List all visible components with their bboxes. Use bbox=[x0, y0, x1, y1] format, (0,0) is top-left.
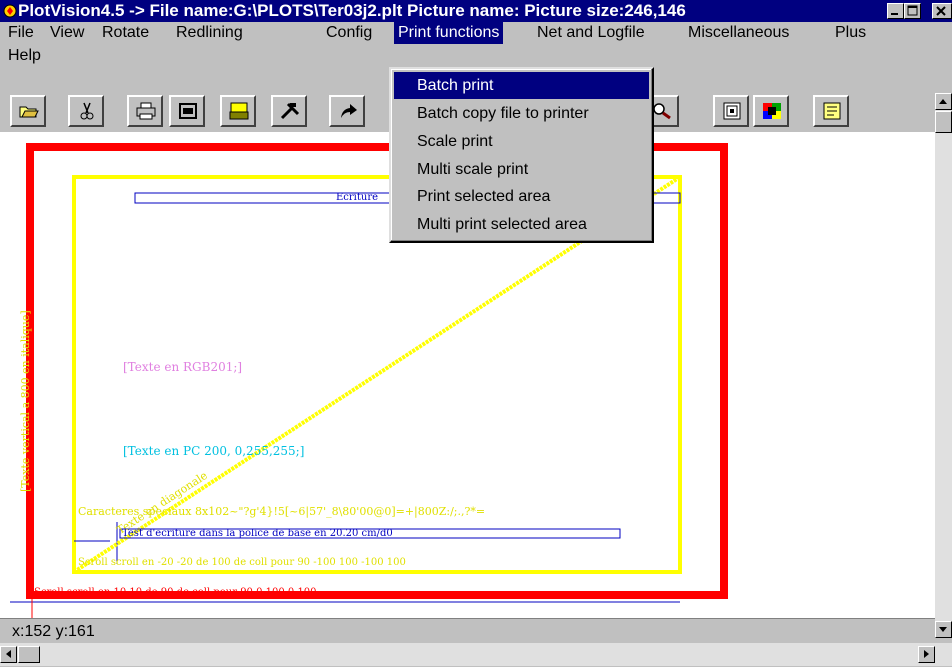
plotter-button[interactable] bbox=[220, 95, 256, 127]
menu-rotate[interactable]: Rotate bbox=[102, 22, 149, 44]
minimize-icon bbox=[891, 13, 898, 15]
open-button[interactable] bbox=[10, 95, 46, 127]
horizontal-scroll-thumb[interactable] bbox=[18, 646, 40, 663]
grid-button[interactable] bbox=[713, 95, 749, 127]
scroll-right-button[interactable] bbox=[918, 646, 935, 663]
menu-miscellaneous[interactable]: Miscellaneous bbox=[688, 22, 789, 44]
title-bar[interactable]: PlotVision4.5 -> File name:G:\PLOTS\Ter0… bbox=[0, 0, 952, 22]
pink-text: [Texte en RGB201;] bbox=[123, 360, 243, 374]
menu-redlining[interactable]: Redlining bbox=[176, 22, 243, 44]
plotter-icon bbox=[229, 102, 249, 120]
scroll-down-icon bbox=[939, 627, 947, 632]
print-preview-button[interactable] bbox=[169, 95, 205, 127]
scroll-left-button[interactable] bbox=[0, 646, 17, 663]
minimize-button[interactable] bbox=[887, 3, 904, 19]
maximize-button[interactable] bbox=[904, 3, 921, 19]
close-button[interactable] bbox=[932, 3, 952, 19]
notepad-icon bbox=[823, 102, 841, 120]
scissors-icon bbox=[80, 102, 94, 120]
menuitem-multi-print-selected-area[interactable]: Multi print selected area bbox=[394, 211, 649, 238]
menu-print-functions[interactable]: Print functions bbox=[394, 22, 504, 44]
menuitem-scale-print[interactable]: Scale print bbox=[394, 128, 649, 155]
scroll-up-icon bbox=[939, 99, 947, 104]
scroll-up-button[interactable] bbox=[935, 93, 952, 110]
close-icon bbox=[936, 6, 946, 16]
tools-button[interactable] bbox=[271, 95, 307, 127]
vertical-scrollbar[interactable] bbox=[935, 93, 952, 638]
cyan-text: [Texte en PC 200, 0,255,255;] bbox=[123, 444, 305, 458]
notepad-button[interactable] bbox=[813, 95, 849, 127]
menu-bar: File View Rotate Redlining Config Print … bbox=[0, 22, 952, 70]
forward-button[interactable] bbox=[329, 95, 365, 127]
scroll-down-button[interactable] bbox=[935, 621, 952, 638]
menu-help[interactable]: Help bbox=[8, 45, 41, 67]
printer-icon bbox=[136, 102, 156, 120]
menu-file[interactable]: File bbox=[8, 22, 34, 44]
print-functions-menu: Batch print Batch copy file to printer S… bbox=[389, 67, 654, 243]
redo-arrow-icon bbox=[341, 104, 357, 118]
vertical-scroll-thumb[interactable] bbox=[935, 111, 952, 133]
print-button[interactable] bbox=[127, 95, 163, 127]
zoom-icon bbox=[653, 103, 671, 120]
horizontal-scrollbar[interactable] bbox=[0, 643, 952, 666]
print-preview-icon bbox=[179, 103, 197, 119]
special-chars-text: Caracteres speciaux 8x102~"?g'4}!5[~6|57… bbox=[78, 505, 486, 518]
cut-button[interactable] bbox=[68, 95, 104, 127]
scroll-left-icon bbox=[6, 650, 11, 658]
vertical-text: [Texte vertical a 800 en italique] bbox=[19, 310, 32, 492]
scroll-right-icon bbox=[924, 650, 929, 658]
app-icon[interactable] bbox=[2, 3, 18, 19]
menuitem-batch-print[interactable]: Batch print bbox=[394, 72, 649, 99]
open-folder-icon bbox=[19, 106, 39, 118]
menu-plus[interactable]: Plus bbox=[835, 22, 866, 44]
menu-config[interactable]: Config bbox=[326, 22, 372, 44]
red-scroll-text: Scroll scroll en 10 10 de 90 de coll pou… bbox=[34, 587, 317, 598]
coordinates-readout: x:152 y:161 bbox=[12, 623, 95, 640]
color-palette-icon bbox=[763, 103, 781, 119]
palette-button[interactable] bbox=[753, 95, 789, 127]
window-title: PlotVision4.5 -> File name:G:\PLOTS\Ter0… bbox=[18, 1, 686, 20]
menu-view[interactable]: View bbox=[50, 22, 84, 44]
menu-net-logfile[interactable]: Net and Logfile bbox=[537, 22, 645, 44]
menuitem-multi-scale-print[interactable]: Multi scale print bbox=[394, 156, 649, 183]
maximize-icon bbox=[907, 5, 918, 16]
menuitem-batch-copy[interactable]: Batch copy file to printer bbox=[394, 100, 649, 127]
grid-icon bbox=[723, 102, 741, 120]
menuitem-print-selected-area[interactable]: Print selected area bbox=[394, 183, 649, 210]
yellow-scroll-text: Scroll scroll en -20 -20 de 100 de coll … bbox=[78, 557, 406, 568]
status-bar: x:152 y:161 bbox=[0, 618, 935, 643]
test-ecriture-text: Test d'ecriture dans la police de base e… bbox=[122, 528, 393, 539]
ecriture-text: Ecriture bbox=[336, 192, 379, 203]
tools-icon bbox=[280, 102, 300, 120]
